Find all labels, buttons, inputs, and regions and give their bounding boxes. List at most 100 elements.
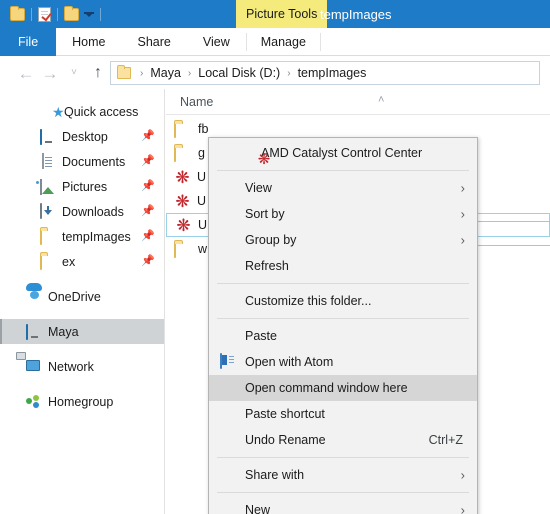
file-name: fb xyxy=(198,122,209,136)
sidebar-item-onedrive[interactable]: OneDrive xyxy=(0,284,164,309)
column-header-name[interactable]: Name xyxy=(180,95,213,109)
breadcrumb[interactable]: › Maya › Local Disk (D:) › tempImages xyxy=(110,61,540,85)
menu-item-open-with-atom[interactable]: Open with Atom xyxy=(209,349,477,375)
pin-icon[interactable]: 📌 xyxy=(141,130,155,143)
up-button[interactable]: ↑ xyxy=(86,61,110,85)
menu-item-label: View xyxy=(245,181,272,195)
menu-item-paste-shortcut[interactable]: Paste shortcut xyxy=(209,401,477,427)
menu-item-label: Share with xyxy=(245,468,305,482)
menu-item-new[interactable]: New › xyxy=(209,497,477,514)
menu-item-sort-by[interactable]: Sort by › xyxy=(209,201,477,227)
menu-separator xyxy=(217,457,469,458)
menu-item-refresh[interactable]: Refresh xyxy=(209,253,477,279)
ribbon-tabbar: File Home Share View Manage xyxy=(0,28,550,56)
tab-divider xyxy=(319,33,321,51)
pin-icon[interactable]: 📌 xyxy=(141,230,155,243)
menu-item-open-command-window-here[interactable]: Open command window here xyxy=(209,375,477,401)
menu-separator xyxy=(217,170,469,171)
sidebar-item-desktop[interactable]: Desktop 📌 xyxy=(0,124,164,149)
sidebar-item-quick-access[interactable]: ★ Quick access xyxy=(0,99,164,124)
tab-view[interactable]: View xyxy=(187,28,246,56)
tab-file-label: File xyxy=(18,35,39,49)
breadcrumb-item-maya[interactable]: Maya xyxy=(150,66,181,80)
sidebar-item-tempimages[interactable]: tempImages 📌 xyxy=(0,224,164,249)
breadcrumb-separator: › xyxy=(187,67,192,79)
menu-item-label: Sort by xyxy=(245,207,285,221)
menu-item-label: Paste shortcut xyxy=(245,407,325,421)
breadcrumb-item-local-disk[interactable]: Local Disk (D:) xyxy=(198,66,280,80)
tab-home[interactable]: Home xyxy=(56,28,121,56)
pin-icon[interactable]: 📌 xyxy=(141,205,155,218)
menu-item-undo-rename[interactable]: Undo Rename Ctrl+Z xyxy=(209,427,477,453)
chevron-down-icon[interactable] xyxy=(84,11,94,17)
sidebar-item-pictures[interactable]: Pictures 📌 xyxy=(0,174,164,199)
sidebar-item-label: Documents xyxy=(62,154,126,169)
menu-item-customize-this-folder[interactable]: Customize this folder... xyxy=(209,288,477,314)
sort-ascending-chevron-icon: ˄ xyxy=(378,94,385,106)
tab-share-label: Share xyxy=(137,35,171,49)
chevron-right-icon: › xyxy=(460,180,465,196)
menu-item-label: Open with Atom xyxy=(245,355,334,369)
file-name: U xyxy=(197,194,207,208)
sidebar-item-network[interactable]: Network xyxy=(0,354,164,379)
pin-icon[interactable]: 📌 xyxy=(141,155,155,168)
tab-manage[interactable]: Manage xyxy=(247,28,320,56)
sidebar-item-documents[interactable]: Documents 📌 xyxy=(0,149,164,174)
menu-item-view[interactable]: View › xyxy=(209,175,477,201)
tab-home-label: Home xyxy=(72,35,106,49)
menu-item-paste[interactable]: Paste xyxy=(209,323,477,349)
menu-item-label: Open command window here xyxy=(245,381,408,395)
back-arrow-icon: ← xyxy=(17,63,35,83)
tab-share[interactable]: Share xyxy=(122,28,187,56)
pin-icon[interactable]: 📌 xyxy=(141,255,155,268)
sidebar-item-downloads[interactable]: Downloads 📌 xyxy=(0,199,164,224)
folder-icon[interactable] xyxy=(64,5,79,21)
picture-icon xyxy=(40,178,56,195)
tab-file[interactable]: File xyxy=(0,28,57,56)
context-menu: ❋ AMD Catalyst Control Center View › Sor… xyxy=(208,137,478,514)
menu-item-shortcut: Ctrl+Z xyxy=(428,433,463,447)
up-arrow-icon: ↑ xyxy=(94,64,102,81)
amd-icon: ❋ xyxy=(257,150,271,168)
folder-icon xyxy=(174,145,192,162)
forward-button[interactable]: → xyxy=(38,61,62,85)
menu-separator xyxy=(217,318,469,319)
breadcrumb-separator: › xyxy=(287,67,291,79)
back-button[interactable]: ← xyxy=(14,61,38,85)
file-name: U xyxy=(198,218,208,232)
chevron-right-icon: › xyxy=(460,467,465,483)
forward-arrow-icon: → xyxy=(41,63,59,83)
menu-item-group-by[interactable]: Group by › xyxy=(209,227,477,253)
menu-item-share-with[interactable]: Share with › xyxy=(209,462,477,488)
menu-item-label: New xyxy=(245,503,271,514)
breadcrumb-item-tempimages[interactable]: tempImages xyxy=(298,66,367,80)
sidebar-item-maya[interactable]: Maya xyxy=(0,319,164,344)
contextual-tab-picture-tools[interactable]: Picture Tools xyxy=(236,0,328,28)
document-icon xyxy=(40,152,56,170)
sidebar-item-label: Quick access xyxy=(64,104,139,119)
folder-icon xyxy=(174,121,192,138)
image-file-icon: ❋ xyxy=(175,192,190,212)
file-name: U xyxy=(197,170,207,184)
pin-icon[interactable]: 📌 xyxy=(141,180,155,193)
image-file-icon: ❋ xyxy=(175,168,190,188)
document-check-icon[interactable] xyxy=(38,6,51,22)
title-bar: Picture Tools tempImages xyxy=(0,0,550,28)
file-name: g xyxy=(198,146,205,160)
chevron-right-icon: › xyxy=(460,232,465,248)
menu-item-label: Customize this folder... xyxy=(245,294,372,308)
menu-item-label: Group by xyxy=(245,233,297,247)
contextual-tab-label: Picture Tools xyxy=(246,7,318,21)
folder-icon[interactable] xyxy=(10,5,25,21)
sidebar-item-ex[interactable]: ex 📌 xyxy=(0,249,164,274)
folder-icon xyxy=(40,228,56,245)
menu-item-amd-catalyst-control-center[interactable]: ❋ AMD Catalyst Control Center xyxy=(209,140,477,168)
quick-access-toolbar xyxy=(10,0,107,28)
navigation-pane: ★ Quick access Desktop 📌 Documents 📌 Pic… xyxy=(0,89,165,514)
sidebar-item-homegroup[interactable]: Homegroup xyxy=(0,389,164,414)
recent-locations-button[interactable]: ˅ xyxy=(62,61,86,85)
sidebar-item-label: tempImages xyxy=(62,229,131,244)
